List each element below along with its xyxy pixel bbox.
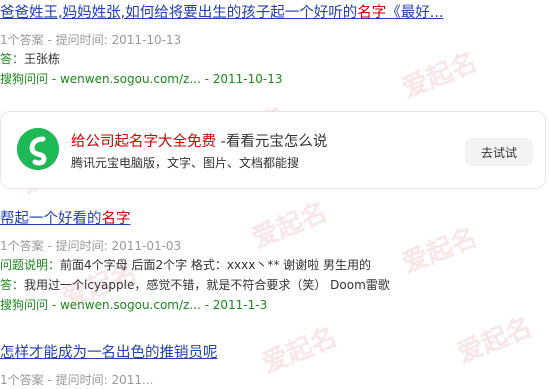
source-url-date: - wenwen.sogou.com/z... - 2011-10-13 xyxy=(48,72,283,86)
source-name: 搜狗问问 xyxy=(0,72,49,86)
result-title-link[interactable]: 爸爸姓王,妈妈姓张,如何给将要出生的孩子起一个好听的名字《最好... xyxy=(0,3,444,23)
answer-line: 答：王张栋 xyxy=(0,49,444,69)
answer-label: 答： xyxy=(0,52,25,66)
result-meta: 1个答案 - 提问时间: 2011... xyxy=(0,373,154,387)
result-title-link[interactable]: 怎样才能成为一名出色的推销员呢 xyxy=(0,343,218,363)
watermark: 爱起名 xyxy=(398,222,482,280)
result-meta: 1个答案 - 提问时间: 2011-01-03 xyxy=(0,239,182,253)
answer-text: 我用过一个lcyapple，感觉不错，就是不符合要求（笑） Doom雷歌 xyxy=(24,278,390,292)
question-label: 问题说明： xyxy=(0,258,61,272)
result-meta: 1个答案 - 提问时间: 2011-10-13 xyxy=(0,33,182,47)
watermark: 爱起名 xyxy=(453,312,537,370)
ad-title[interactable]: 给公司起名字大全免费 -看看元宝怎么说 xyxy=(71,130,327,151)
search-result: 爸爸姓王,妈妈姓张,如何给将要出生的孩子起一个好听的名字《最好... 1个答案 … xyxy=(0,3,444,89)
result-source[interactable]: 搜狗问问 - wenwen.sogou.com/z... - 2011-10-1… xyxy=(0,69,444,89)
result-source[interactable]: 搜狗问问 - wenwen.sogou.com/z... - 2011-1-3 xyxy=(0,295,390,315)
answer-line: 答：我用过一个lcyapple，感觉不错，就是不符合要求（笑） Doom雷歌 xyxy=(0,275,390,295)
answer-text: 王张栋 xyxy=(24,52,61,66)
watermark: 爱起名 xyxy=(258,322,342,380)
ad-card[interactable]: 给公司起名字大全免费 -看看元宝怎么说 腾讯元宝电脑版，文字、图片、文档都能搜 … xyxy=(0,111,546,189)
source-url-date: - wenwen.sogou.com/z... - 2011-1-3 xyxy=(48,298,268,312)
question-text: 前面4个字母 后面2个字 格式：xxxx丶** 谢谢啦 男生用的 xyxy=(60,258,371,272)
ad-subtitle: 腾讯元宝电脑版，文字、图片、文档都能搜 xyxy=(71,156,300,170)
yuanbao-logo-icon xyxy=(17,128,59,170)
answer-label: 答： xyxy=(0,278,25,292)
source-name: 搜狗问问 xyxy=(0,298,49,312)
search-result: 怎样才能成为一名出色的推销员呢 1个答案 - 提问时间: 2011... xyxy=(0,343,218,389)
result-title-link[interactable]: 帮起一个好看的名字 xyxy=(0,209,390,229)
question-line: 问题说明：前面4个字母 后面2个字 格式：xxxx丶** 谢谢啦 男生用的 xyxy=(0,255,390,275)
try-button[interactable]: 去试试 xyxy=(465,138,533,166)
search-result: 帮起一个好看的名字 1个答案 - 提问时间: 2011-01-03 问题说明：前… xyxy=(0,209,390,315)
